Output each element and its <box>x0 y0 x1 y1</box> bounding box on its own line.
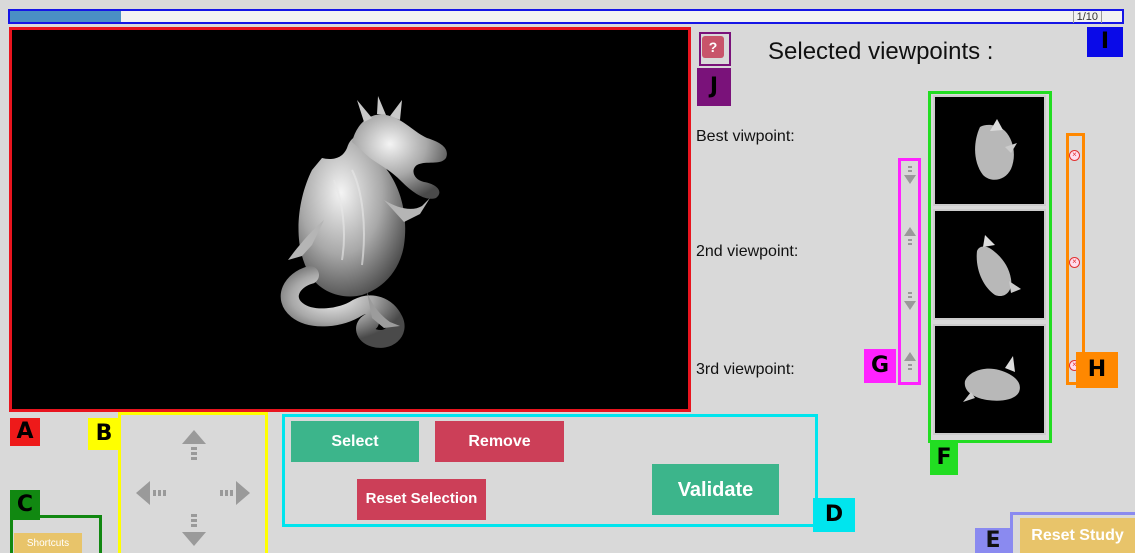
arrow-left-icon[interactable] <box>134 475 170 511</box>
remove-viewpoint-icon[interactable]: × <box>1069 150 1080 161</box>
best-viewpoint-label: Best viwpoint: <box>696 128 795 145</box>
viewpoint-thumbnail-1[interactable] <box>933 95 1046 206</box>
remove-button[interactable]: Remove <box>435 421 564 462</box>
move-down-icon[interactable] <box>902 290 918 314</box>
section-tag-j: J <box>697 68 731 106</box>
select-button[interactable]: Select <box>291 421 419 462</box>
third-viewpoint-label: 3rd viewpoint: <box>696 361 795 378</box>
section-tag-f: F <box>930 441 958 475</box>
remove-viewpoint-icon[interactable]: × <box>1069 257 1080 268</box>
section-tag-d: D <box>813 498 855 532</box>
progress-fill <box>10 11 122 22</box>
move-down-icon[interactable] <box>902 164 918 188</box>
question-icon[interactable]: ? <box>702 36 724 58</box>
move-up-icon[interactable] <box>902 349 918 373</box>
arrow-right-icon[interactable] <box>216 475 252 511</box>
section-tag-g: G <box>864 349 896 383</box>
section-tag-b: B <box>88 418 120 450</box>
arrow-up-icon[interactable] <box>176 428 212 464</box>
shortcuts-button[interactable]: Shortcuts <box>14 533 82 553</box>
progress-bar: 1/10 <box>8 9 1124 24</box>
model-viewport[interactable] <box>9 27 691 412</box>
validate-button[interactable]: Validate <box>652 464 779 515</box>
arrow-down-icon[interactable] <box>176 512 212 548</box>
viewpoint-thumbnail-2[interactable] <box>933 209 1046 320</box>
dragon-model <box>280 96 447 348</box>
section-tag-h: H <box>1076 352 1118 388</box>
section-tag-i: I <box>1087 27 1123 57</box>
section-tag-a: A <box>10 418 40 446</box>
selected-viewpoints-title: Selected viewpoints : <box>768 38 994 65</box>
reset-study-button[interactable]: Reset Study <box>1020 518 1135 553</box>
second-viewpoint-label: 2nd viewpoint: <box>696 243 799 260</box>
reset-selection-button[interactable]: Reset Selection <box>357 479 486 520</box>
progress-counter: 1/10 <box>1072 11 1102 23</box>
section-tag-e: E <box>975 528 1011 553</box>
viewpoint-thumbnail-3[interactable] <box>933 324 1046 435</box>
navigation-region-strip <box>118 448 121 553</box>
move-up-icon[interactable] <box>902 224 918 248</box>
